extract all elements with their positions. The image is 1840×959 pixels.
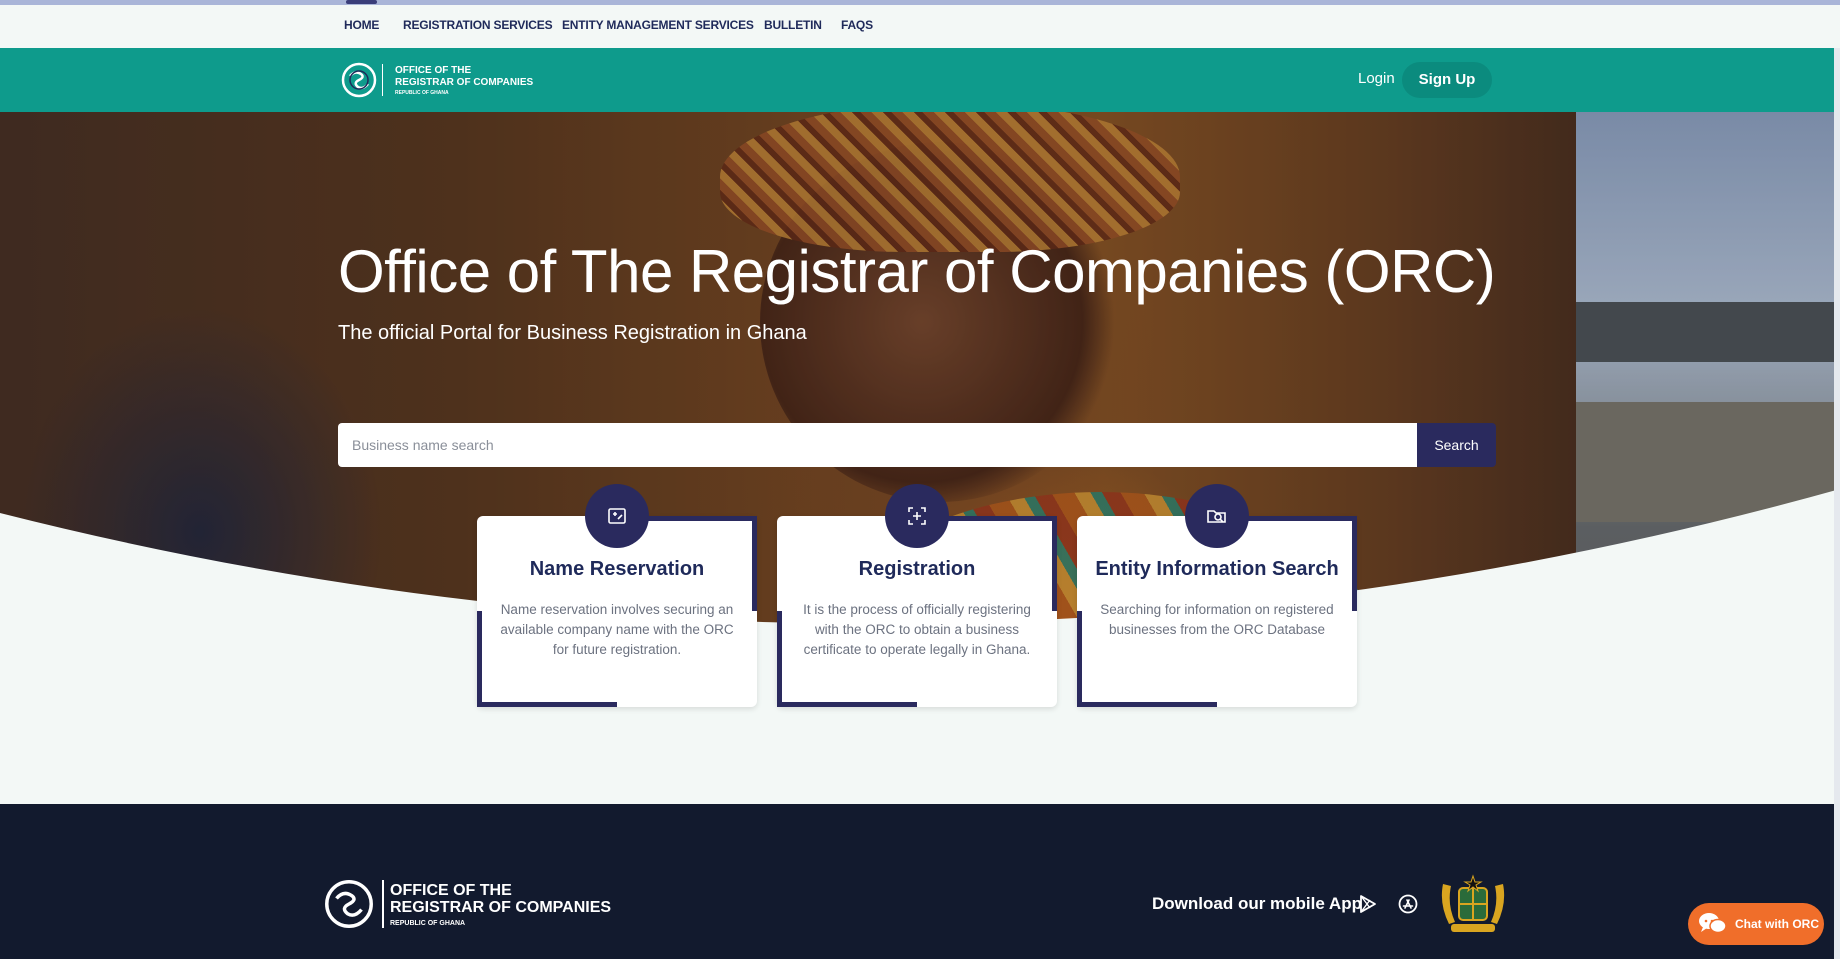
app-store-icon[interactable] [1398,894,1418,914]
signup-button[interactable]: Sign Up [1402,62,1492,98]
nav-entity-management-services[interactable]: ENTITY MANAGEMENT SERVICES [562,5,754,48]
orc-logo[interactable]: OFFICE OF THE REGISTRAR OF COMPANIES REP… [341,62,541,98]
download-app-label: Download our mobile App [1152,894,1362,913]
orc-logo-icon [341,62,377,98]
card-name-reservation[interactable]: Name Reservation Name reservation involv… [477,484,757,707]
chat-bubbles-icon [1699,913,1727,934]
nav-registration-services[interactable]: REGISTRATION SERVICES [403,5,553,48]
search-button[interactable]: Search [1417,423,1496,467]
hero-subtitle: The official Portal for Business Registr… [338,322,807,344]
logo-divider [382,880,384,928]
logo-divider [382,64,383,96]
registration-icon [908,507,926,525]
name-reservation-icon [608,508,626,524]
footer-orc-logo[interactable]: OFFICE OF THE REGISTRAR OF COMPANIES REP… [324,878,644,930]
nav-bulletin[interactable]: BULLETIN [764,5,822,48]
google-play-icon[interactable] [1358,894,1378,914]
card-description: It is the process of officially register… [803,602,1031,657]
entity-search-icon [1207,510,1226,523]
nav-faqs[interactable]: FAQS [841,5,873,48]
card-title: Name Reservation [529,558,705,580]
logo-text-line2: REGISTRAR OF COMPANIES [395,77,534,88]
card-title: Entity Information Search [1095,558,1339,580]
logo-text-line2: REGISTRAR OF COMPANIES [390,899,612,916]
hero-title: Office of The Registrar of Companies (OR… [338,238,1496,305]
registration-icon-circle [885,484,949,548]
entity-search-icon-circle [1185,484,1249,548]
brand-header: OFFICE OF THE REGISTRAR OF COMPANIES REP… [0,48,1840,112]
page-scrollbar[interactable] [1834,48,1840,959]
chat-with-orc-button[interactable]: Chat with ORC [1688,903,1824,945]
logo-text-line1: OFFICE OF THE [390,882,512,899]
login-link[interactable]: Login [1358,70,1395,87]
card-title: Registration [858,558,976,580]
logo-text-line1: OFFICE OF THE [395,65,472,76]
nav-home[interactable]: HOME [344,0,379,48]
name-reservation-icon-circle [585,484,649,548]
business-name-search-input[interactable] [338,423,1418,467]
top-navigation: HOME REGISTRATION SERVICES ENTITY MANAGE… [0,0,1840,49]
card-description: Searching for information on registered … [1100,602,1334,637]
logo-text-line3: REPUBLIC OF GHANA [395,90,449,96]
card-entity-information-search[interactable]: Entity Information Search Searching for … [1077,484,1357,707]
orc-logo-icon [325,880,373,928]
logo-text-line3: REPUBLIC OF GHANA [390,920,466,927]
card-description: Name reservation involves securing an av… [500,602,734,657]
footer: OFFICE OF THE REGISTRAR OF COMPANIES REP… [0,804,1840,959]
coat-of-arms-icon [1441,874,1505,932]
chat-label: Chat with ORC [1735,917,1819,931]
card-registration[interactable]: Registration It is the process of offici… [777,484,1057,707]
